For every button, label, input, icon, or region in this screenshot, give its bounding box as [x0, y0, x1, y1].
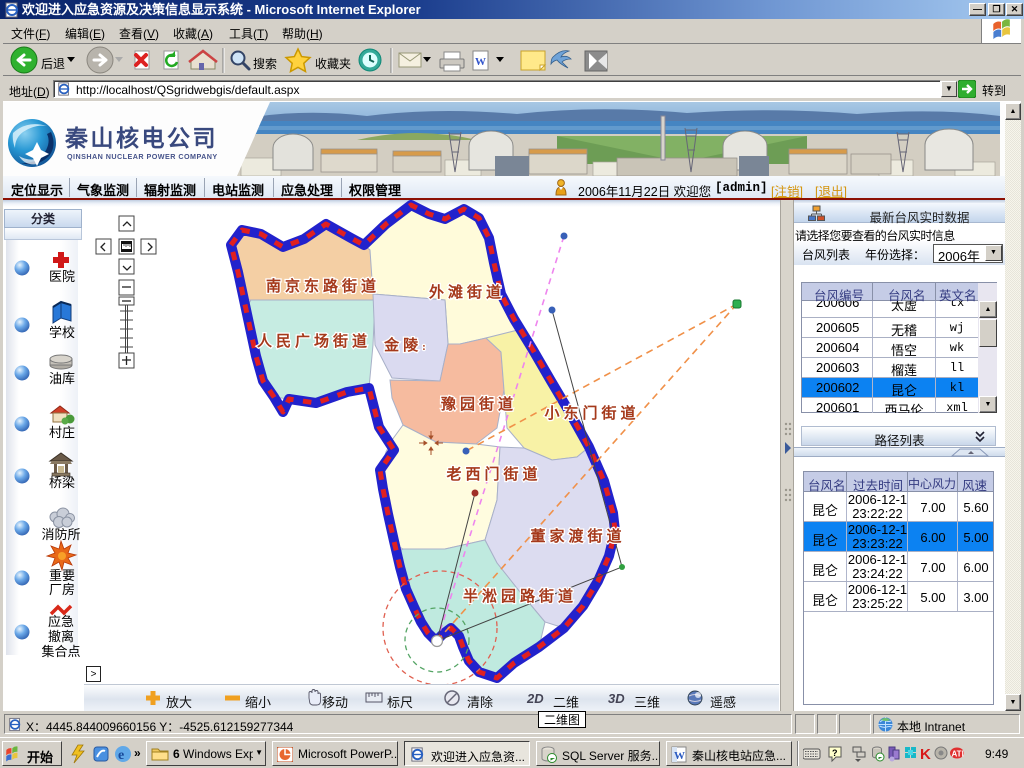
svg-text:2D: 2D [526, 691, 544, 706]
svg-text:小东门街道: 小东门街道 [544, 404, 639, 422]
svg-text:半淞园路街道: 半淞园路街道 [463, 587, 577, 605]
svg-text:豫园街道: 豫园街道 [441, 395, 517, 413]
svg-text:W: W [475, 56, 486, 68]
svg-text:老西门街道: 老西门街道 [445, 465, 541, 483]
svg-text:3D: 3D [608, 691, 625, 706]
svg-text:董家渡街道: 董家渡街道 [530, 527, 625, 545]
svg-text:人民广场街道: 人民广场街道 [257, 332, 371, 350]
svg-text:e: e [118, 748, 124, 763]
svg-text:K: K [920, 746, 931, 763]
svg-text:外滩街道: 外滩街道 [428, 283, 505, 301]
svg-text:ATI: ATI [952, 750, 964, 759]
svg-text:?: ? [832, 748, 838, 758]
svg-text:W: W [674, 750, 685, 762]
svg-text:南京东路街道: 南京东路街道 [266, 277, 380, 295]
